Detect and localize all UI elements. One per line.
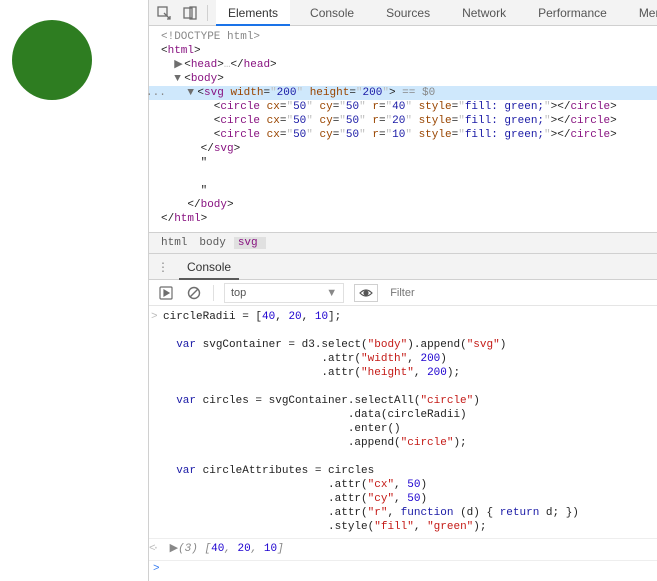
- console-line[interactable]: .attr("width", 200): [149, 352, 657, 366]
- dom-line[interactable]: ": [149, 184, 657, 198]
- console-line[interactable]: .append("circle");: [149, 436, 657, 450]
- elements-tree: <!DOCTYPE html> <html> ▶<head>…</head> ▼…: [149, 26, 657, 232]
- console-line[interactable]: var circleAttributes = circles: [149, 464, 657, 478]
- dom-line[interactable]: <circle cx="50" cy="50" r="10" style="fi…: [149, 128, 657, 142]
- context-value: top: [231, 287, 246, 299]
- devtools-toolbar: Elements Console Sources Network Perform…: [149, 0, 657, 26]
- console-drawer-tabs: ⋮ Console: [149, 254, 657, 280]
- console-line[interactable]: .style("fill", "green");: [149, 520, 657, 534]
- kebab-icon[interactable]: ⋮: [155, 260, 171, 274]
- dom-line[interactable]: <!DOCTYPE html>: [149, 30, 657, 44]
- dom-line[interactable]: ▼<body>: [149, 72, 657, 86]
- crumb-body[interactable]: body: [195, 237, 233, 249]
- page-viewport: [0, 0, 148, 581]
- dom-line[interactable]: </body>: [149, 198, 657, 212]
- tab-sources[interactable]: Sources: [374, 0, 442, 26]
- tab-elements[interactable]: Elements: [216, 0, 290, 26]
- console-line[interactable]: .attr("cy", 50): [149, 492, 657, 506]
- rendered-svg-circle: [12, 20, 92, 100]
- dom-line-selected[interactable]: ▼<svg width="200" height="200"> == $0: [149, 86, 657, 100]
- console-line[interactable]: [149, 450, 657, 464]
- console-line[interactable]: var svgContainer = d3.select("body").app…: [149, 338, 657, 352]
- dom-line[interactable]: <circle cx="50" cy="50" r="20" style="fi…: [149, 114, 657, 128]
- dom-line[interactable]: ": [149, 156, 657, 170]
- console-output[interactable]: circleRadii = [40, 20, 10]; var svgConta…: [149, 306, 657, 581]
- tab-console[interactable]: Console: [298, 0, 366, 26]
- play-icon[interactable]: [157, 284, 175, 302]
- dom-line[interactable]: <html>: [149, 44, 657, 58]
- drawer-tab-console[interactable]: Console: [179, 254, 239, 280]
- console-result[interactable]: ▶(3) [40, 20, 10]: [149, 538, 657, 556]
- console-line[interactable]: .attr("height", 200);: [149, 366, 657, 380]
- doctype: <!DOCTYPE html>: [161, 31, 260, 43]
- caret-down-icon[interactable]: ▼: [187, 86, 197, 100]
- console-line[interactable]: circleRadii = [40, 20, 10];: [149, 310, 657, 324]
- live-expression-icon[interactable]: [354, 284, 378, 302]
- console-line[interactable]: .data(circleRadii): [149, 408, 657, 422]
- dom-line[interactable]: [149, 170, 657, 184]
- caret-right-icon[interactable]: ▶: [170, 543, 178, 555]
- context-select[interactable]: top ▼: [224, 283, 344, 303]
- devtools-panel: Elements Console Sources Network Perform…: [148, 0, 657, 581]
- inspect-icon[interactable]: [155, 4, 173, 22]
- dom-line[interactable]: ▶<head>…</head>: [149, 58, 657, 72]
- dom-line[interactable]: </html>: [149, 212, 657, 226]
- caret-down-icon[interactable]: ▼: [174, 72, 184, 86]
- console-line[interactable]: [149, 380, 657, 394]
- console-line[interactable]: .attr("r", function (d) { return d; }): [149, 506, 657, 520]
- device-toggle-icon[interactable]: [181, 4, 199, 22]
- breadcrumb: html body svg: [149, 232, 657, 254]
- console-line[interactable]: .attr("cx", 50): [149, 478, 657, 492]
- console-line[interactable]: .enter(): [149, 422, 657, 436]
- tab-memory[interactable]: Memory: [627, 0, 657, 26]
- chevron-down-icon: ▼: [326, 287, 337, 299]
- console-toolbar: top ▼: [149, 280, 657, 306]
- dom-line[interactable]: <circle cx="50" cy="50" r="40" style="fi…: [149, 100, 657, 114]
- console-line[interactable]: [149, 324, 657, 338]
- caret-right-icon[interactable]: ▶: [174, 58, 184, 72]
- clear-console-icon[interactable]: [185, 284, 203, 302]
- crumb-svg[interactable]: svg: [234, 237, 266, 249]
- tab-performance[interactable]: Performance: [526, 0, 619, 26]
- tab-network[interactable]: Network: [450, 0, 518, 26]
- dom-line[interactable]: </svg>: [149, 142, 657, 156]
- console-line[interactable]: var circles = svgContainer.selectAll("ci…: [149, 394, 657, 408]
- crumb-html[interactable]: html: [157, 237, 195, 249]
- console-prompt[interactable]: >: [149, 560, 657, 576]
- filter-input[interactable]: [388, 286, 508, 300]
